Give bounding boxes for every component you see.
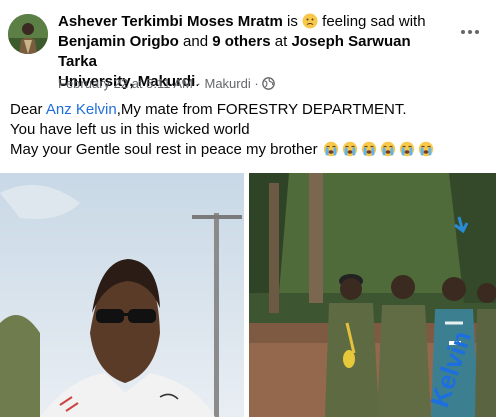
more-options-icon[interactable]: [458, 22, 482, 42]
crying-face-icon: [417, 141, 435, 157]
post-line-1: Dear Anz Kelvin,My mate from FORESTRY DE…: [10, 100, 486, 120]
post-line-3: May your Gentle soul rest in peace my br…: [10, 140, 486, 160]
sad-face-icon: [302, 13, 318, 29]
post-header: Ashever Terkimbi Moses Mratm is feeling …: [0, 0, 496, 96]
dear-word: Dear: [10, 101, 43, 118]
feeling-text: feeling sad with: [322, 13, 426, 30]
photo-right[interactable]: Kelvin: [249, 173, 496, 417]
mention-link[interactable]: Anz Kelvin: [46, 101, 117, 118]
line1-rest: ,My mate from FORESTRY DEPARTMENT.: [116, 101, 407, 118]
post-place[interactable]: Makurdi: [204, 76, 250, 91]
crying-emoji-group: [322, 141, 436, 158]
meta-separator: ·: [196, 76, 201, 91]
tagged-others[interactable]: 9 others: [212, 33, 270, 50]
photo-left[interactable]: [0, 173, 244, 417]
post-timestamp[interactable]: February 22 at 5:11 AM: [58, 76, 193, 91]
is-word: is: [286, 13, 298, 30]
tagged-person[interactable]: Benjamin Origbo: [58, 33, 179, 50]
crying-face-icon: [398, 141, 416, 157]
line3-text: May your Gentle soul rest in peace my br…: [10, 141, 318, 158]
crying-face-icon: [341, 141, 359, 157]
crying-face-icon: [379, 141, 397, 157]
meta-separator-2: ·: [254, 76, 259, 91]
post-body: Dear Anz Kelvin,My mate from FORESTRY DE…: [10, 100, 486, 160]
at-word: at: [274, 33, 288, 50]
author-name[interactable]: Ashever Terkimbi Moses Mratm: [58, 13, 283, 30]
crying-face-icon: [322, 141, 340, 157]
and-word: and: [183, 33, 209, 50]
author-avatar[interactable]: [8, 14, 48, 54]
crying-face-icon: [360, 141, 378, 157]
post-meta: February 22 at 5:11 AM · Makurdi ·: [58, 76, 276, 92]
post-line-2: You have left us in this wicked world: [10, 121, 250, 138]
globe-icon[interactable]: [262, 77, 276, 90]
